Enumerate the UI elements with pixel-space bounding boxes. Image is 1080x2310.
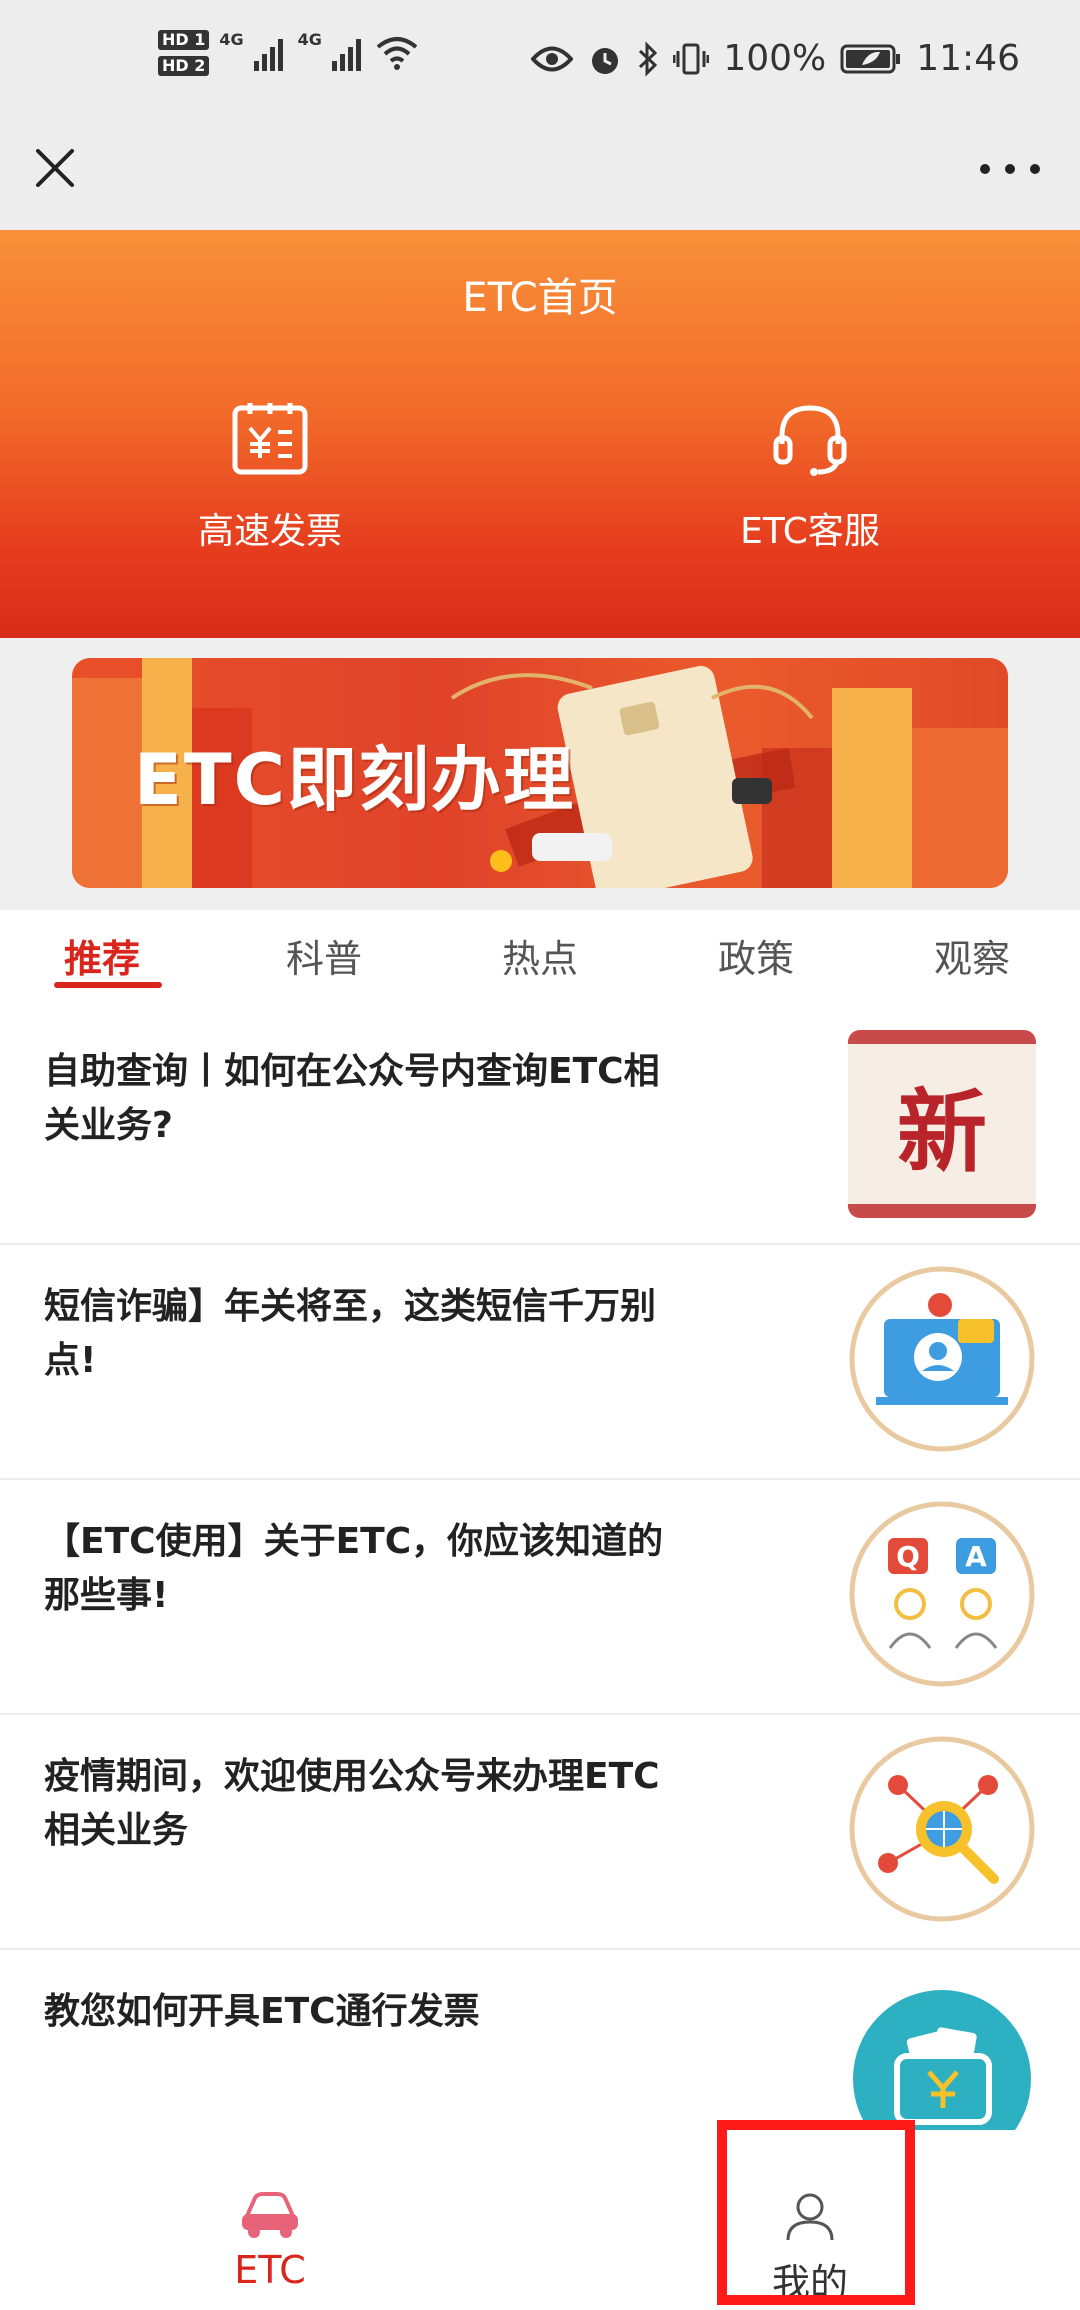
article-title: 短信诈骗】年关将至，这类短信千万别点! <box>44 1286 657 1381</box>
thumb-new-text: 新 <box>897 1080 987 1185</box>
car-icon <box>242 2192 298 2238</box>
hero-header: ETC首页 高速发票 ETC客服 <box>0 230 1080 638</box>
page-title: ETC首页 <box>462 275 618 321</box>
status-left: HD 1 HD 2 4G 4G <box>158 30 418 76</box>
hd2-badge: HD 2 <box>158 56 210 76</box>
a-letter: A <box>965 1540 987 1573</box>
network-label-1: 4G <box>219 30 244 49</box>
article-title: 疫情期间，欢迎使用公众号来办理ETC相关业务 <box>44 1756 660 1851</box>
more-menu-button[interactable] <box>980 149 1040 189</box>
article-thumbnail-new: 新 <box>848 1030 1036 1218</box>
computer-user-icon <box>849 1266 1035 1452</box>
banner-pager-dot <box>490 850 512 872</box>
category-tabs: 推荐 科普 热点 政策 观察 <box>0 910 1080 1010</box>
nav-etc[interactable]: ETC <box>170 2190 370 2292</box>
status-bar: HD 1 HD 2 4G 4G 100% 11:46 <box>0 0 1080 125</box>
close-icon[interactable] <box>30 143 80 193</box>
promo-banner[interactable]: ETC即刻办理 <box>72 658 1008 888</box>
person-icon <box>786 2193 834 2241</box>
more-dot <box>1005 164 1015 174</box>
banner-area: ETC即刻办理 <box>0 638 1080 910</box>
active-tab-underline <box>54 982 162 988</box>
nav-etc-label: ETC <box>234 2248 306 2292</box>
wifi-icon <box>376 37 418 70</box>
article-title: 【ETC使用】关于ETC，你应该知道的那些事! <box>44 1521 664 1616</box>
article-title: 自助查询丨如何在公众号内查询ETC相关业务? <box>44 1051 660 1146</box>
tab-science[interactable]: 科普 <box>286 928 362 983</box>
more-dot <box>1030 164 1040 174</box>
hd1-badge: HD 1 <box>158 30 210 50</box>
more-dot <box>980 164 990 174</box>
tab-hot[interactable]: 热点 <box>502 928 578 983</box>
globe-search-icon <box>849 1736 1035 1922</box>
bluetooth-icon <box>639 40 658 77</box>
network-label-2: 4G <box>297 30 322 49</box>
battery-icon <box>840 44 901 73</box>
bottom-navigation: ETC 我的 <box>0 2130 1080 2310</box>
invoice-button[interactable]: 高速发票 <box>160 400 380 554</box>
signal-icon <box>253 39 283 71</box>
headset-icon <box>773 405 847 476</box>
nav-mine-label: 我的 <box>771 2261 848 2305</box>
tab-observe[interactable]: 观察 <box>934 928 1010 983</box>
qa-icon: Q A <box>849 1501 1035 1687</box>
status-right: 100% 11:46 <box>531 38 1020 79</box>
nav-mine[interactable]: 我的 <box>710 2190 910 2307</box>
eye-icon <box>531 46 574 71</box>
customer-service-button[interactable]: ETC客服 <box>700 400 920 554</box>
vibrate-icon <box>673 43 710 74</box>
article-item[interactable]: 疫情期间，欢迎使用公众号来办理ETC相关业务 <box>0 1715 1080 1950</box>
tab-recommend[interactable]: 推荐 <box>64 928 140 983</box>
article-title: 教您如何开具ETC通行发票 <box>44 1991 480 2032</box>
article-item[interactable]: 【ETC使用】关于ETC，你应该知道的那些事! Q A <box>0 1480 1080 1715</box>
service-label: ETC客服 <box>740 511 880 552</box>
tab-policy[interactable]: 政策 <box>718 928 794 983</box>
alarm-icon <box>592 47 619 74</box>
clock-time: 11:46 <box>916 38 1020 79</box>
article-item[interactable]: 短信诈骗】年关将至，这类短信千万别点! <box>0 1245 1080 1480</box>
invoice-icon <box>232 403 308 475</box>
signal-icon-2 <box>331 39 361 71</box>
battery-percent: 100% <box>723 38 827 79</box>
action-bar <box>0 125 1080 230</box>
hd-indicators: HD 1 HD 2 <box>158 30 210 76</box>
invoice-label: 高速发票 <box>197 511 342 552</box>
banner-text: ETC即刻办理 <box>134 739 575 821</box>
q-letter: Q <box>896 1540 920 1573</box>
article-item[interactable]: 自助查询丨如何在公众号内查询ETC相关业务? 新 <box>0 1010 1080 1245</box>
